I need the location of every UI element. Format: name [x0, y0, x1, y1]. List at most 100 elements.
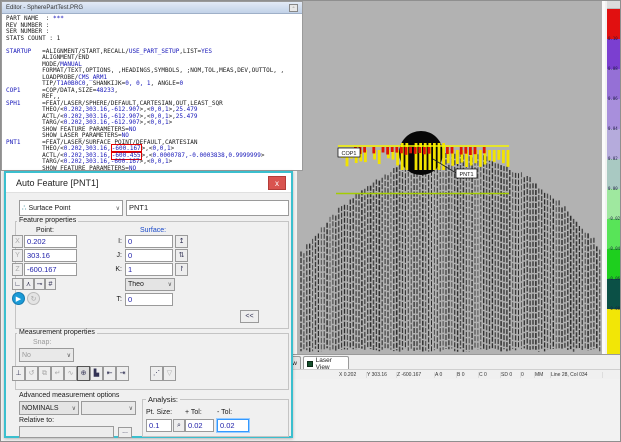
status-item: Z -600.167: [397, 372, 435, 378]
cop1-annotation: COP1: [338, 148, 360, 157]
scale-segment: [607, 69, 621, 99]
window-restore-icon[interactable]: ▫: [289, 4, 298, 12]
pt-size-field[interactable]: 0.1: [146, 419, 172, 432]
editor-code[interactable]: PART NAME : ***REV NUMBER : SER NUMBER :…: [2, 14, 302, 172]
laser-3d-view[interactable]: COP1 PNT1: [297, 1, 605, 354]
vector-align-icon[interactable]: ↾: [175, 263, 188, 276]
remeasure-button[interactable]: ↻: [27, 292, 40, 305]
status-item: Y 303.16: [367, 372, 397, 378]
scale-segment: [607, 159, 621, 189]
rotate-icon[interactable]: ↺: [25, 366, 38, 381]
scale-tick-label: 0.08: [608, 67, 618, 71]
scale-tick-label: -0.02: [608, 217, 620, 221]
relative-to-label: Relative to:: [19, 417, 54, 424]
chevron-down-icon: ∨: [168, 281, 172, 288]
scale-segment: [607, 189, 621, 219]
depth-level-icon[interactable]: ▙: [90, 366, 103, 381]
analysis-label: Analysis:: [146, 395, 180, 404]
y-axis-button[interactable]: Y: [12, 249, 23, 262]
feature-name-input[interactable]: PNT1: [126, 200, 289, 216]
tab-laser-view[interactable]: Laser View: [303, 356, 349, 370]
status-item: 0: [521, 372, 535, 378]
vector-point-up-icon[interactable]: ↥: [175, 235, 188, 248]
svg-text:COP1: COP1: [342, 151, 357, 157]
group-label: Feature properties: [17, 217, 78, 224]
surface-point-icon: ∴: [22, 204, 26, 212]
point-distance-icon[interactable]: ⊸: [34, 278, 45, 290]
theo-mode-combo[interactable]: Theo ∨: [125, 278, 175, 291]
edit-window: Editor - SpherePartTest.PRG ▫ PART NAME …: [1, 1, 303, 171]
svg-text:PNT1: PNT1: [459, 172, 473, 178]
j-vector-field[interactable]: 0: [125, 249, 173, 262]
scale-tick-label: -0.08: [608, 307, 620, 311]
relative-to-field[interactable]: [19, 426, 114, 438]
scan-graph-icon[interactable]: ∿: [64, 366, 77, 381]
status-item: A 0: [435, 372, 457, 378]
status-item: MM: [535, 372, 551, 378]
t-value-field[interactable]: 0: [125, 293, 173, 306]
region-select-icon[interactable]: ⧉: [38, 366, 51, 381]
browse-button[interactable]: ...: [118, 427, 132, 438]
measure-play-button[interactable]: ▶: [12, 292, 25, 305]
return-path-icon[interactable]: ↵: [51, 366, 64, 381]
dialog-titlebar[interactable]: Auto Feature [PNT1] x: [6, 173, 291, 193]
grid-snap-icon[interactable]: #: [45, 278, 56, 290]
x-coordinate-field[interactable]: 0.202: [24, 235, 77, 248]
k-label: K:: [112, 266, 122, 273]
offset-ratio-icon[interactable]: ⇥: [116, 366, 129, 381]
minus-tol-label: - Tol:: [217, 409, 232, 416]
magnifier-icon[interactable]: ⌕: [173, 419, 185, 432]
filter-icon[interactable]: ▽: [163, 366, 176, 381]
y-coordinate-field[interactable]: 303.16: [24, 249, 77, 262]
feature-type-value: Surface Point: [28, 205, 115, 212]
theo-mode-value: Theo: [128, 281, 168, 288]
status-item: B 0: [457, 372, 479, 378]
close-icon[interactable]: x: [268, 176, 286, 190]
snap-label: Snap:: [33, 339, 51, 346]
app-window: COP1PNT1 0.100.080.060.040.020.00-0.02-0…: [0, 0, 621, 442]
nominals-value: NOMINALS: [22, 405, 72, 412]
group-label: Measurement properties: [17, 329, 97, 336]
axes-toggle-icon[interactable]: ∟: [12, 278, 23, 290]
vector-flip-icon[interactable]: ⇅: [175, 249, 188, 262]
edit-window-title: Editor - SpherePartTest.PRG: [6, 5, 289, 11]
nominals-mode-combo[interactable]: ∨: [81, 401, 136, 415]
status-item: X 0.202: [339, 372, 367, 378]
offset-left-icon[interactable]: ⇤: [103, 366, 116, 381]
collapse-button[interactable]: <<: [240, 310, 259, 323]
scale-segment: [607, 9, 621, 39]
scale-tick-label: 0.10: [608, 37, 618, 41]
view-tab-bar: Live View Laser View: [251, 354, 621, 369]
plus-tol-label: + Tol:: [185, 409, 202, 416]
z-axis-button[interactable]: Z: [12, 263, 23, 276]
nominals-combo[interactable]: NOMINALS ∨: [19, 401, 79, 415]
probe-trigger-icon[interactable]: ⊥: [12, 366, 25, 381]
j-label: J:: [112, 252, 122, 259]
status-bar: X 0.202Y 303.16Z -600.167A 0B 0C 0SD 00M…: [251, 369, 621, 379]
snap-combo[interactable]: No ∨: [19, 348, 74, 362]
chevron-down-icon: ∨: [129, 405, 133, 412]
i-label: I:: [112, 238, 122, 245]
point-path-icon[interactable]: ⋰: [150, 366, 163, 381]
i-vector-field[interactable]: 0: [125, 235, 173, 248]
edit-window-titlebar[interactable]: Editor - SpherePartTest.PRG ▫: [2, 2, 302, 14]
scale-segment: [607, 129, 621, 159]
peaks-toggle-icon[interactable]: ⋏: [23, 278, 34, 290]
group-label: Advanced measurement options: [17, 392, 121, 399]
scale-tick-label: -0.06: [608, 277, 620, 281]
plus-tol-field[interactable]: 0.02: [185, 419, 214, 432]
z-coordinate-field[interactable]: -600.167: [24, 263, 77, 276]
target-icon[interactable]: ⊕: [77, 366, 90, 381]
scale-segment: [607, 219, 621, 249]
chevron-down-icon: ∨: [72, 405, 76, 412]
scale-tick-label: 0.04: [608, 127, 618, 131]
feature-type-combo[interactable]: ∴ Surface Point ∨: [19, 200, 123, 216]
minus-tol-field[interactable]: 0.02: [217, 419, 249, 432]
x-axis-button[interactable]: X: [12, 235, 23, 248]
scale-segment: [607, 39, 621, 69]
scale-tick-label: 0.06: [608, 97, 618, 101]
k-vector-field[interactable]: 1: [125, 263, 173, 276]
laser-view-icon: [307, 361, 313, 367]
snap-value: No: [22, 352, 67, 359]
scale-tick-label: 0.02: [608, 157, 618, 161]
